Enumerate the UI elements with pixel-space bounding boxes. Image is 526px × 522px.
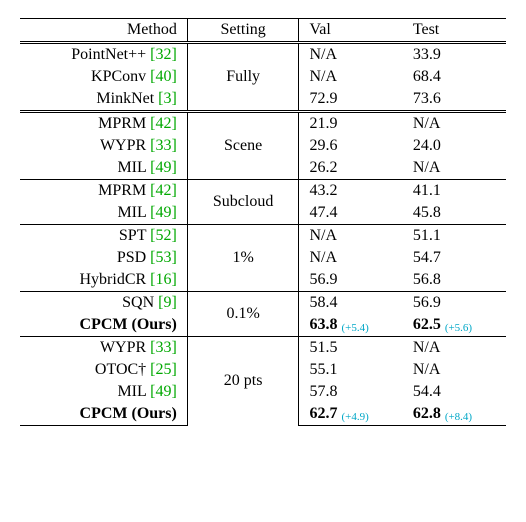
delta-label: (+5.6) bbox=[445, 322, 472, 334]
reference-link: [33] bbox=[150, 137, 177, 154]
test-cell: 41.1 bbox=[403, 180, 506, 203]
reference-link: [33] bbox=[150, 339, 177, 356]
test-cell: N/A bbox=[403, 337, 506, 360]
delta-label: (+5.4) bbox=[341, 322, 368, 334]
method-cell: CPCM (Ours) bbox=[20, 314, 187, 337]
table-row: WYPR [33]20 pts51.5N/A bbox=[20, 337, 506, 360]
test-cell: 33.9 bbox=[403, 43, 506, 67]
table-header-row: Method Setting Val Test bbox=[20, 19, 506, 43]
header-test: Test bbox=[403, 19, 506, 43]
setting-cell: Fully bbox=[187, 43, 299, 112]
val-cell: 63.8 (+5.4) bbox=[299, 314, 403, 337]
header-setting: Setting bbox=[187, 19, 299, 43]
table-row: MPRM [42]Subcloud43.241.1 bbox=[20, 180, 506, 203]
reference-link: [49] bbox=[150, 159, 177, 176]
reference-link: [42] bbox=[150, 182, 177, 199]
reference-link: [42] bbox=[150, 115, 177, 132]
setting-cell: Scene bbox=[187, 112, 299, 180]
test-cell: 56.8 bbox=[403, 269, 506, 292]
table-row: SQN [9]0.1%58.456.9 bbox=[20, 292, 506, 315]
method-cell: MIL [49] bbox=[20, 157, 187, 180]
reference-link: [16] bbox=[150, 271, 177, 288]
val-cell: N/A bbox=[299, 43, 403, 67]
test-cell: N/A bbox=[403, 112, 506, 136]
test-cell: N/A bbox=[403, 157, 506, 180]
val-cell: 29.6 bbox=[299, 135, 403, 157]
setting-cell: 0.1% bbox=[187, 292, 299, 337]
header-val: Val bbox=[299, 19, 403, 43]
test-cell: 73.6 bbox=[403, 88, 506, 112]
test-cell: 45.8 bbox=[403, 202, 506, 225]
method-cell: OTOC† [25] bbox=[20, 359, 187, 381]
val-cell: 58.4 bbox=[299, 292, 403, 315]
method-cell: CPCM (Ours) bbox=[20, 403, 187, 426]
test-cell: 56.9 bbox=[403, 292, 506, 315]
table-row: PointNet++ [32]FullyN/A33.9 bbox=[20, 43, 506, 67]
setting-cell: 20 pts bbox=[187, 337, 299, 426]
test-cell: 54.7 bbox=[403, 247, 506, 269]
method-cell: MIL [49] bbox=[20, 202, 187, 225]
method-cell: MinkNet [3] bbox=[20, 88, 187, 112]
val-cell: N/A bbox=[299, 247, 403, 269]
table-row: SPT [52]1%N/A51.1 bbox=[20, 225, 506, 248]
method-cell: WYPR [33] bbox=[20, 135, 187, 157]
method-cell: PointNet++ [32] bbox=[20, 43, 187, 67]
test-cell: N/A bbox=[403, 359, 506, 381]
val-cell: 56.9 bbox=[299, 269, 403, 292]
results-table: Method Setting Val Test PointNet++ [32]F… bbox=[20, 18, 506, 426]
val-cell: N/A bbox=[299, 66, 403, 88]
reference-link: [49] bbox=[150, 383, 177, 400]
reference-link: [53] bbox=[150, 249, 177, 266]
test-cell: 54.4 bbox=[403, 381, 506, 403]
val-cell: N/A bbox=[299, 225, 403, 248]
val-cell: 47.4 bbox=[299, 202, 403, 225]
method-cell: WYPR [33] bbox=[20, 337, 187, 360]
test-cell: 24.0 bbox=[403, 135, 506, 157]
table-row: MPRM [42]Scene21.9N/A bbox=[20, 112, 506, 136]
method-cell: PSD [53] bbox=[20, 247, 187, 269]
method-cell: SQN [9] bbox=[20, 292, 187, 315]
delta-label: (+8.4) bbox=[445, 411, 472, 423]
reference-link: [9] bbox=[158, 294, 177, 311]
method-cell: HybridCR [16] bbox=[20, 269, 187, 292]
val-cell: 72.9 bbox=[299, 88, 403, 112]
test-cell: 51.1 bbox=[403, 225, 506, 248]
val-cell: 51.5 bbox=[299, 337, 403, 360]
val-cell: 21.9 bbox=[299, 112, 403, 136]
method-cell: MIL [49] bbox=[20, 381, 187, 403]
val-cell: 62.7 (+4.9) bbox=[299, 403, 403, 426]
header-method: Method bbox=[20, 19, 187, 43]
test-cell: 68.4 bbox=[403, 66, 506, 88]
reference-link: [49] bbox=[150, 204, 177, 221]
setting-cell: 1% bbox=[187, 225, 299, 292]
setting-cell: Subcloud bbox=[187, 180, 299, 225]
reference-link: [32] bbox=[150, 46, 177, 63]
val-cell: 57.8 bbox=[299, 381, 403, 403]
method-cell: MPRM [42] bbox=[20, 180, 187, 203]
val-cell: 43.2 bbox=[299, 180, 403, 203]
val-cell: 55.1 bbox=[299, 359, 403, 381]
method-cell: KPConv [40] bbox=[20, 66, 187, 88]
val-cell: 26.2 bbox=[299, 157, 403, 180]
method-cell: MPRM [42] bbox=[20, 112, 187, 136]
reference-link: [3] bbox=[158, 90, 177, 107]
test-cell: 62.5 (+5.6) bbox=[403, 314, 506, 337]
method-cell: SPT [52] bbox=[20, 225, 187, 248]
delta-label: (+4.9) bbox=[341, 411, 368, 423]
reference-link: [25] bbox=[150, 361, 177, 378]
reference-link: [40] bbox=[150, 68, 177, 85]
test-cell: 62.8 (+8.4) bbox=[403, 403, 506, 426]
reference-link: [52] bbox=[150, 227, 177, 244]
